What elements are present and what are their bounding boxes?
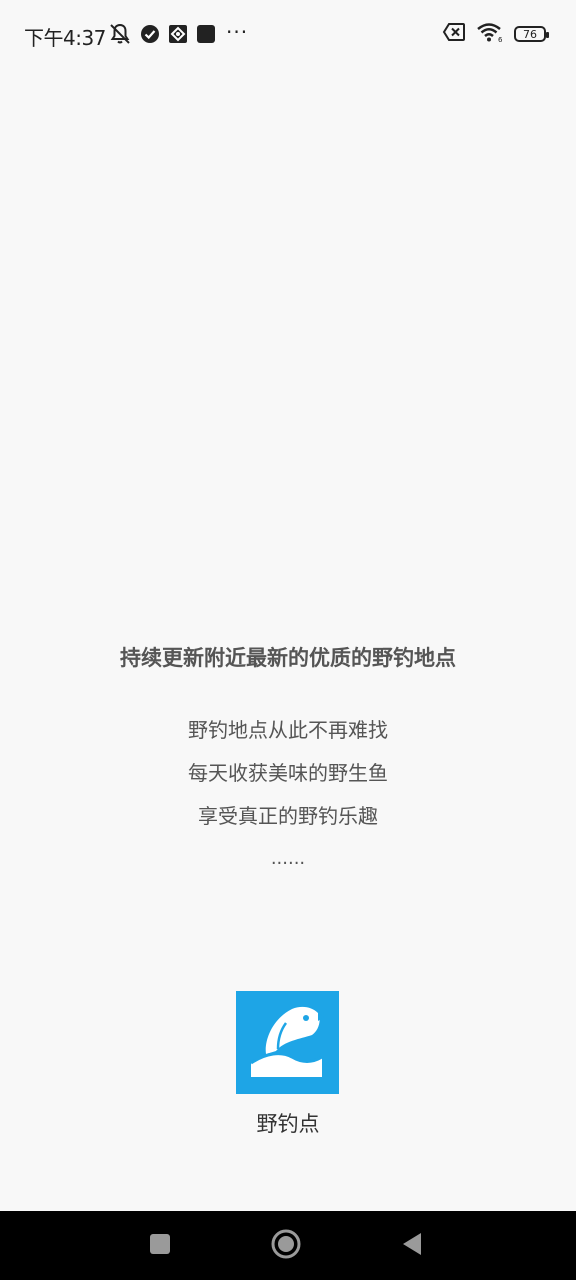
back-button[interactable] xyxy=(372,1211,452,1280)
notification-icons xyxy=(108,22,216,46)
home-button[interactable] xyxy=(246,1211,326,1280)
home-circle-icon xyxy=(271,1229,301,1263)
sim-x-icon xyxy=(442,22,466,46)
back-triangle-icon xyxy=(401,1231,423,1261)
battery-level: 76 xyxy=(523,27,537,41)
svg-text:6: 6 xyxy=(498,36,503,43)
app-name: 野钓点 xyxy=(256,1112,320,1136)
app-notification-icon xyxy=(168,24,188,44)
mute-bell-icon xyxy=(108,22,132,46)
feature-list: 野钓地点从此不再难找 每天收获美味的野生鱼 享受真正的野钓乐趣 ...... xyxy=(0,712,576,877)
more-notifications-icon: ··· xyxy=(226,20,249,44)
square-notification-icon xyxy=(196,24,216,44)
check-circle-icon xyxy=(140,24,160,44)
feature-line: 每天收获美味的野生鱼 xyxy=(188,761,388,785)
recents-button[interactable] xyxy=(120,1211,200,1280)
feature-line: 享受真正的野钓乐趣 xyxy=(198,804,378,828)
recents-square-icon xyxy=(149,1233,171,1259)
status-time: 下午4:37 xyxy=(24,26,106,50)
fish-water-icon xyxy=(236,991,339,1094)
system-icons: 6 76 xyxy=(442,21,549,47)
battery-icon: 76 xyxy=(514,26,549,42)
splash-tagline: 持续更新附近最新的优质的野钓地点 xyxy=(120,646,456,670)
wifi-icon: 6 xyxy=(476,21,504,47)
status-bar: 下午4:37 ··· 6 76 xyxy=(0,0,576,68)
navigation-bar xyxy=(0,1211,576,1280)
feature-ellipsis: ...... xyxy=(270,848,306,869)
feature-line: 野钓地点从此不再难找 xyxy=(188,718,388,742)
